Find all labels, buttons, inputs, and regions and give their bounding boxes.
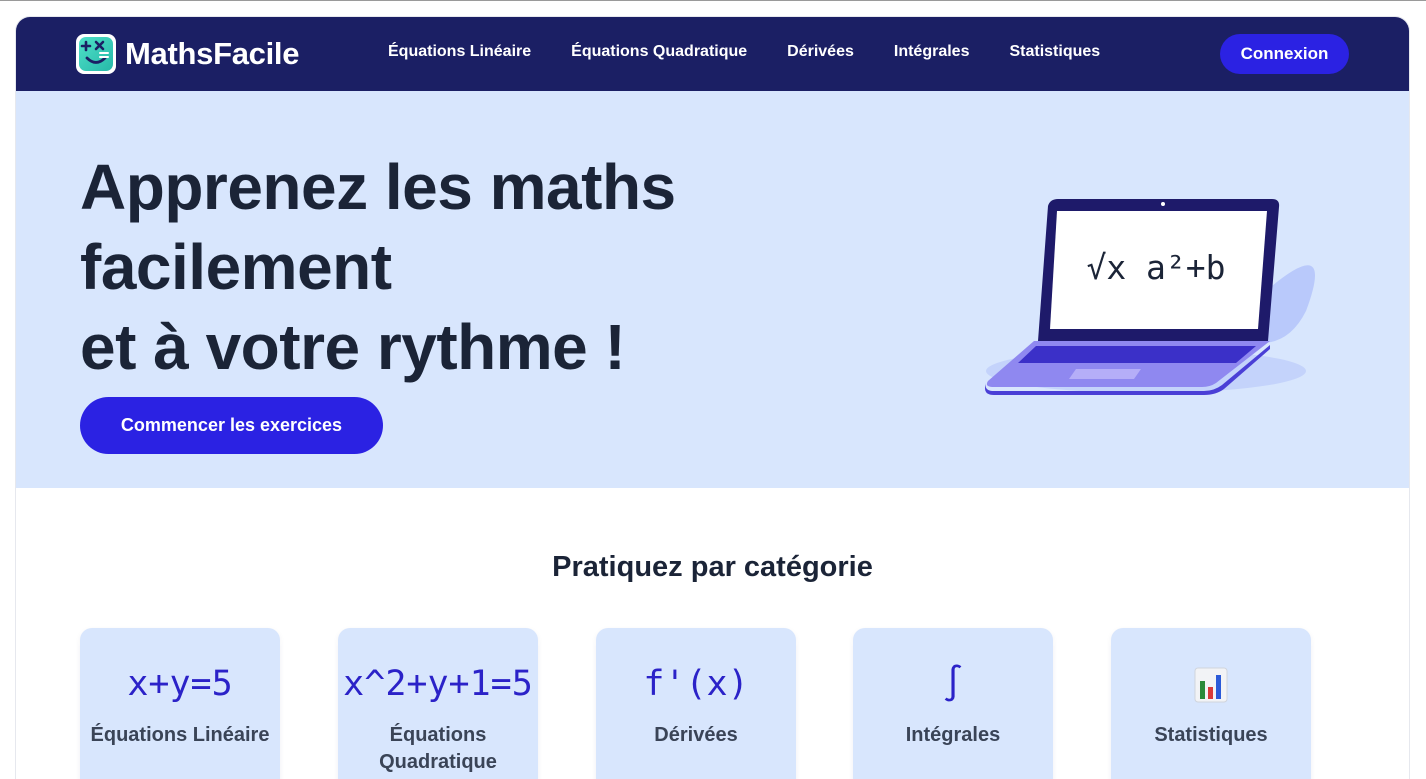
category-card-linear[interactable]: x+y=5 Équations Linéaire [80, 628, 280, 779]
hero-title-line: Apprenez les maths [80, 151, 676, 223]
brand-logo[interactable]: MathsFacile [76, 34, 299, 74]
nav-link-derivatives[interactable]: Dérivées [787, 43, 854, 61]
card-label: Équations Quadratique [379, 724, 497, 773]
card-symbol: x^2+y+1=5 [343, 664, 533, 704]
category-card-quadratic[interactable]: x^2+y+1=5 Équations Quadratique [338, 628, 538, 779]
category-card-derivatives[interactable]: f'(x) Dérivées [596, 628, 796, 779]
math-logo-icon [76, 34, 116, 74]
login-button[interactable]: Connexion [1220, 34, 1349, 74]
laptop-illustration: √x a²+b [966, 181, 1336, 406]
hero-title-line: et à votre rythme ! [80, 311, 626, 383]
bar-chart-icon [1194, 667, 1228, 703]
category-card-statistics[interactable]: Statistiques [1111, 628, 1311, 779]
brand-name: MathsFacile [125, 36, 300, 71]
window-top-border [0, 0, 1426, 1]
card-label: Intégrales [905, 724, 1001, 746]
card-label: Équations Linéaire [90, 724, 270, 746]
card-symbol: x+y=5 [127, 664, 233, 704]
page-frame: MathsFacile Équations Linéaire Équations… [16, 17, 1409, 779]
laptop-screen-text: √x a²+b [1086, 248, 1225, 287]
nav-link-quadratic-equations[interactable]: Équations Quadratique [571, 43, 747, 61]
card-symbol: f'(x) [643, 664, 749, 704]
main-nav: Équations Linéaire Équations Quadratique… [388, 43, 1140, 61]
card-symbol: ∫ [942, 664, 964, 704]
card-symbol [1111, 664, 1311, 704]
card-label: Statistiques [1154, 724, 1268, 746]
hero-title: Apprenez les maths facilement et à votre… [80, 147, 840, 387]
nav-link-integrals[interactable]: Intégrales [894, 43, 970, 61]
nav-link-statistics[interactable]: Statistiques [1009, 43, 1100, 61]
navbar: MathsFacile Équations Linéaire Équations… [16, 17, 1409, 91]
start-exercises-button[interactable]: Commencer les exercices [80, 397, 383, 454]
card-label: Dérivées [654, 724, 738, 746]
categories-title: Pratiquez par catégorie [552, 551, 873, 583]
hero-section: Apprenez les maths facilement et à votre… [16, 91, 1409, 488]
nav-link-linear-equations[interactable]: Équations Linéaire [388, 43, 531, 61]
category-card-integrals[interactable]: ∫ Intégrales [853, 628, 1053, 779]
hero-title-line: facilement [80, 231, 392, 303]
